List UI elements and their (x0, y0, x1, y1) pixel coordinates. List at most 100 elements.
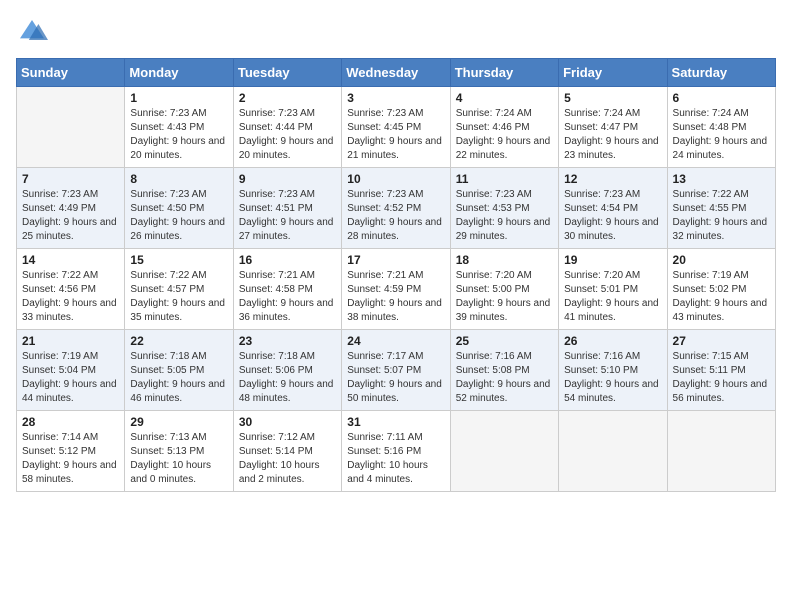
day-number: 17 (347, 253, 444, 267)
day-number: 28 (22, 415, 119, 429)
day-number: 5 (564, 91, 661, 105)
calendar-cell: 5 Sunrise: 7:24 AM Sunset: 4:47 PM Daylig… (559, 87, 667, 168)
weekday-header-wednesday: Wednesday (342, 59, 450, 87)
calendar-cell: 12Sunrise: 7:23 AM Sunset: 4:54 PM Dayli… (559, 168, 667, 249)
calendar-week-row: 7Sunrise: 7:23 AM Sunset: 4:49 PM Daylig… (17, 168, 776, 249)
calendar-cell: 8Sunrise: 7:23 AM Sunset: 4:50 PM Daylig… (125, 168, 233, 249)
day-info: Sunrise: 7:18 AM Sunset: 5:05 PM Dayligh… (130, 350, 227, 406)
calendar-cell: 18 Sunrise: 7:20 AM Sunset: 5:00 PM Dayli… (450, 249, 558, 330)
calendar-cell: 25Sunrise: 7:16 AM Sunset: 5:08 PM Dayli… (450, 330, 558, 411)
calendar-cell: 3 Sunrise: 7:23 AM Sunset: 4:45 PM Daylig… (342, 87, 450, 168)
calendar-cell (667, 411, 775, 492)
day-number: 27 (673, 334, 770, 348)
calendar-cell: 20 Sunrise: 7:19 AM Sunset: 5:02 PM Dayli… (667, 249, 775, 330)
day-number: 13 (673, 172, 770, 186)
day-info: Sunrise: 7:19 AM Sunset: 5:04 PM Dayligh… (22, 350, 119, 406)
calendar-cell: 19 Sunrise: 7:20 AM Sunset: 5:01 PM Dayli… (559, 249, 667, 330)
calendar-cell (559, 411, 667, 492)
calendar-cell: 28 Sunrise: 7:14 AM Sunset: 5:12 PM Dayli… (17, 411, 125, 492)
calendar-cell: 10Sunrise: 7:23 AM Sunset: 4:52 PM Dayli… (342, 168, 450, 249)
weekday-header-thursday: Thursday (450, 59, 558, 87)
calendar-cell: 21 Sunrise: 7:19 AM Sunset: 5:04 PM Dayli… (17, 330, 125, 411)
calendar-cell: 27 Sunrise: 7:15 AM Sunset: 5:11 PM Dayli… (667, 330, 775, 411)
day-number: 22 (130, 334, 227, 348)
weekday-header-row: SundayMondayTuesdayWednesdayThursdayFrid… (17, 59, 776, 87)
calendar-cell: 9 Sunrise: 7:23 AM Sunset: 4:51 PM Daylig… (233, 168, 341, 249)
calendar-week-row: 28 Sunrise: 7:14 AM Sunset: 5:12 PM Dayli… (17, 411, 776, 492)
day-number: 14 (22, 253, 119, 267)
day-info: Sunrise: 7:11 AM Sunset: 5:16 PM Dayligh… (347, 431, 444, 487)
calendar-cell: 30 Sunrise: 7:12 AM Sunset: 5:14 PM Dayli… (233, 411, 341, 492)
calendar-cell: 17Sunrise: 7:21 AM Sunset: 4:59 PM Dayli… (342, 249, 450, 330)
day-info: Sunrise: 7:24 AM Sunset: 4:48 PM Dayligh… (673, 107, 770, 163)
day-info: Sunrise: 7:14 AM Sunset: 5:12 PM Dayligh… (22, 431, 119, 487)
day-number: 26 (564, 334, 661, 348)
calendar-cell: 7Sunrise: 7:23 AM Sunset: 4:49 PM Daylig… (17, 168, 125, 249)
calendar-cell: 13 Sunrise: 7:22 AM Sunset: 4:55 PM Dayli… (667, 168, 775, 249)
day-info: Sunrise: 7:23 AM Sunset: 4:53 PM Dayligh… (456, 188, 553, 244)
day-info: Sunrise: 7:23 AM Sunset: 4:51 PM Dayligh… (239, 188, 336, 244)
day-number: 19 (564, 253, 661, 267)
day-info: Sunrise: 7:20 AM Sunset: 5:01 PM Dayligh… (564, 269, 661, 325)
day-info: Sunrise: 7:23 AM Sunset: 4:50 PM Dayligh… (130, 188, 227, 244)
calendar-cell (17, 87, 125, 168)
calendar-cell: 2Sunrise: 7:23 AM Sunset: 4:44 PM Daylig… (233, 87, 341, 168)
day-info: Sunrise: 7:23 AM Sunset: 4:52 PM Dayligh… (347, 188, 444, 244)
day-info: Sunrise: 7:20 AM Sunset: 5:00 PM Dayligh… (456, 269, 553, 325)
day-info: Sunrise: 7:23 AM Sunset: 4:45 PM Dayligh… (347, 107, 444, 163)
day-info: Sunrise: 7:24 AM Sunset: 4:46 PM Dayligh… (456, 107, 553, 163)
day-info: Sunrise: 7:16 AM Sunset: 5:10 PM Dayligh… (564, 350, 661, 406)
calendar-cell: 29Sunrise: 7:13 AM Sunset: 5:13 PM Dayli… (125, 411, 233, 492)
day-number: 30 (239, 415, 336, 429)
day-info: Sunrise: 7:22 AM Sunset: 4:57 PM Dayligh… (130, 269, 227, 325)
calendar-cell: 6 Sunrise: 7:24 AM Sunset: 4:48 PM Daylig… (667, 87, 775, 168)
calendar-week-row: 1 Sunrise: 7:23 AM Sunset: 4:43 PM Daylig… (17, 87, 776, 168)
day-number: 21 (22, 334, 119, 348)
day-number: 1 (130, 91, 227, 105)
day-info: Sunrise: 7:22 AM Sunset: 4:56 PM Dayligh… (22, 269, 119, 325)
calendar-week-row: 14 Sunrise: 7:22 AM Sunset: 4:56 PM Dayli… (17, 249, 776, 330)
day-number: 24 (347, 334, 444, 348)
header (16, 16, 776, 48)
calendar-cell: 23 Sunrise: 7:18 AM Sunset: 5:06 PM Dayli… (233, 330, 341, 411)
day-number: 4 (456, 91, 553, 105)
calendar-cell: 24 Sunrise: 7:17 AM Sunset: 5:07 PM Dayli… (342, 330, 450, 411)
day-info: Sunrise: 7:23 AM Sunset: 4:44 PM Dayligh… (239, 107, 336, 163)
day-number: 3 (347, 91, 444, 105)
day-number: 9 (239, 172, 336, 186)
calendar-cell: 11 Sunrise: 7:23 AM Sunset: 4:53 PM Dayli… (450, 168, 558, 249)
calendar-cell: 1 Sunrise: 7:23 AM Sunset: 4:43 PM Daylig… (125, 87, 233, 168)
calendar-cell: 31 Sunrise: 7:11 AM Sunset: 5:16 PM Dayli… (342, 411, 450, 492)
day-number: 6 (673, 91, 770, 105)
day-info: Sunrise: 7:21 AM Sunset: 4:58 PM Dayligh… (239, 269, 336, 325)
calendar-cell: 26 Sunrise: 7:16 AM Sunset: 5:10 PM Dayli… (559, 330, 667, 411)
calendar-cell: 14 Sunrise: 7:22 AM Sunset: 4:56 PM Dayli… (17, 249, 125, 330)
calendar-cell: 4 Sunrise: 7:24 AM Sunset: 4:46 PM Daylig… (450, 87, 558, 168)
day-info: Sunrise: 7:16 AM Sunset: 5:08 PM Dayligh… (456, 350, 553, 406)
calendar-cell: 16 Sunrise: 7:21 AM Sunset: 4:58 PM Dayli… (233, 249, 341, 330)
day-info: Sunrise: 7:15 AM Sunset: 5:11 PM Dayligh… (673, 350, 770, 406)
day-info: Sunrise: 7:17 AM Sunset: 5:07 PM Dayligh… (347, 350, 444, 406)
calendar-table: SundayMondayTuesdayWednesdayThursdayFrid… (16, 58, 776, 492)
logo (16, 16, 52, 48)
weekday-header-monday: Monday (125, 59, 233, 87)
day-number: 31 (347, 415, 444, 429)
logo-icon (16, 16, 48, 48)
day-info: Sunrise: 7:22 AM Sunset: 4:55 PM Dayligh… (673, 188, 770, 244)
day-info: Sunrise: 7:12 AM Sunset: 5:14 PM Dayligh… (239, 431, 336, 487)
calendar-cell: 15 Sunrise: 7:22 AM Sunset: 4:57 PM Dayli… (125, 249, 233, 330)
day-number: 20 (673, 253, 770, 267)
day-number: 18 (456, 253, 553, 267)
day-number: 23 (239, 334, 336, 348)
calendar-cell (450, 411, 558, 492)
day-info: Sunrise: 7:24 AM Sunset: 4:47 PM Dayligh… (564, 107, 661, 163)
day-info: Sunrise: 7:19 AM Sunset: 5:02 PM Dayligh… (673, 269, 770, 325)
day-info: Sunrise: 7:23 AM Sunset: 4:54 PM Dayligh… (564, 188, 661, 244)
day-number: 15 (130, 253, 227, 267)
day-number: 16 (239, 253, 336, 267)
day-info: Sunrise: 7:23 AM Sunset: 4:43 PM Dayligh… (130, 107, 227, 163)
calendar-week-row: 21 Sunrise: 7:19 AM Sunset: 5:04 PM Dayli… (17, 330, 776, 411)
day-info: Sunrise: 7:13 AM Sunset: 5:13 PM Dayligh… (130, 431, 227, 487)
day-info: Sunrise: 7:18 AM Sunset: 5:06 PM Dayligh… (239, 350, 336, 406)
day-number: 11 (456, 172, 553, 186)
